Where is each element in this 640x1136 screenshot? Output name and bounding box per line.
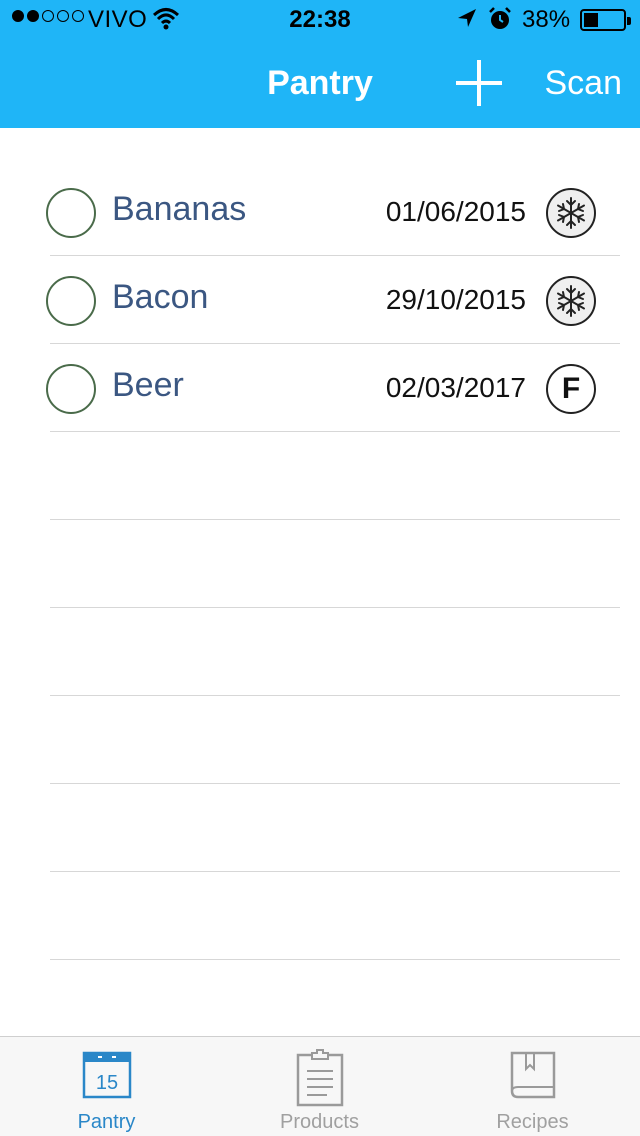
item-date: 01/06/2015 [385, 196, 526, 227]
empty-row [50, 784, 620, 872]
item-date: 29/10/2015 [385, 284, 526, 315]
book-icon [508, 1049, 558, 1106]
clipboard-icon [295, 1049, 345, 1112]
status-bar: VIVO 22:38 38% [0, 0, 640, 40]
list-item[interactable]: Bacon 29/10/2015 [46, 256, 620, 344]
storage-label: F [561, 372, 581, 405]
checkbox-circle[interactable] [46, 276, 96, 326]
item-name: Bananas [112, 190, 247, 228]
list-item[interactable]: Bananas 01/06/2015 [46, 168, 620, 256]
list-item[interactable]: Beer 02/03/2017 F [46, 344, 620, 432]
alarm-clock-icon [488, 6, 512, 39]
empty-row [50, 608, 620, 696]
tab-products[interactable]: Products [213, 1037, 426, 1136]
location-arrow-icon [456, 6, 478, 37]
header: VIVO 22:38 38% Pantry Scan [0, 0, 640, 128]
checkbox-circle[interactable] [46, 364, 96, 414]
scan-button[interactable]: Scan [545, 64, 623, 103]
tab-bar: 15 Pantry Products Recipes [0, 1036, 640, 1136]
item-date: 02/03/2017 [385, 372, 526, 403]
calendar-icon: 15 [82, 1049, 132, 1106]
pantry-list: Bananas 01/06/2015 Bacon 29/10/2015 Beer… [0, 168, 640, 960]
tab-label: Pantry [77, 1111, 136, 1133]
tab-pantry[interactable]: 15 Pantry [0, 1037, 213, 1136]
plus-icon[interactable] [456, 60, 502, 106]
empty-row [50, 872, 620, 960]
battery-icon [580, 9, 631, 31]
calendar-day: 15 [95, 1072, 117, 1094]
snowflake-icon [546, 276, 596, 326]
battery-percent: 38% [522, 6, 571, 33]
item-name: Beer [112, 366, 184, 404]
tab-label: Products [280, 1111, 359, 1133]
empty-row [50, 520, 620, 608]
item-name: Bacon [112, 278, 209, 316]
tab-label: Recipes [496, 1111, 569, 1133]
snowflake-icon [546, 188, 596, 238]
empty-row [50, 696, 620, 784]
checkbox-circle[interactable] [46, 188, 96, 238]
fridge-f-icon: F [546, 364, 596, 414]
empty-row [50, 432, 620, 520]
tab-recipes[interactable]: Recipes [426, 1037, 639, 1136]
